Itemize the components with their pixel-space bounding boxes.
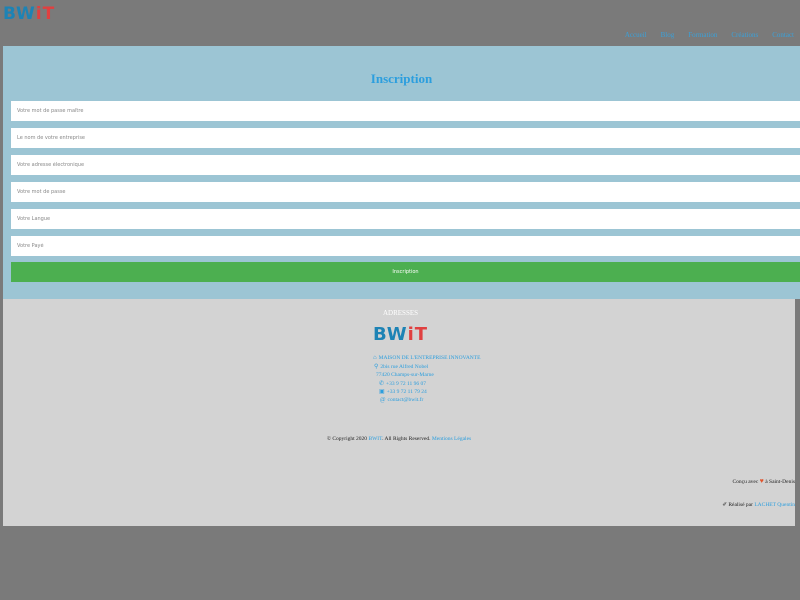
home-icon: ⌂ <box>373 355 377 361</box>
copyright-brand-link[interactable]: BWIT <box>368 436 382 442</box>
made-suffix: à Saint-Denis <box>765 479 795 485</box>
location-pin-icon: ⚲ <box>374 364 379 370</box>
author-link[interactable]: LACHET Quentin <box>754 502 795 508</box>
made-prefix: Conçu avec <box>732 479 759 485</box>
address-city: 77420 Champs-sur-Marne <box>376 372 434 378</box>
address-street: ⚲ 2bis rue Alfred Nobel <box>374 363 428 370</box>
heart-icon: ♥ <box>759 477 764 485</box>
site-footer: ADRESSES BWiT ⌂ MAISON DE L'ENTREPRISE IN… <box>3 299 795 526</box>
copyright-text: © Copyright 2020 BWIT. All Rights Reserv… <box>3 436 795 442</box>
footer-logo-part2: iT <box>407 324 429 345</box>
at-icon: @ <box>380 397 386 403</box>
address-phone-1: ✆ +33 9 72 11 96 07 <box>379 380 426 387</box>
email-link[interactable]: contact@bwit.fr <box>388 397 424 403</box>
nav-link-blog[interactable]: Blog <box>661 31 675 39</box>
phone-icon: ✆ <box>379 381 385 387</box>
password-field[interactable] <box>11 182 800 202</box>
phone-1-text[interactable]: +33 9 72 11 96 07 <box>386 381 426 387</box>
nav-link-accueil[interactable]: Accueil <box>625 31 647 39</box>
language-field[interactable] <box>11 209 800 229</box>
form-title: Inscription <box>370 71 433 86</box>
nav-link-contact[interactable]: Contact <box>772 31 794 39</box>
country-field[interactable] <box>11 236 800 256</box>
signup-form-panel: Inscription Inscription <box>3 46 800 299</box>
address-street-text: 2bis rue Alfred Nobel <box>380 364 429 370</box>
address-email: @ contact@bwit.fr <box>380 397 423 403</box>
signup-submit-button[interactable]: Inscription <box>11 262 800 282</box>
master-password-field[interactable] <box>11 101 800 121</box>
address-company-text: MAISON DE L'ENTREPRISE INNOVANTE <box>378 355 481 361</box>
nav-link-creations[interactable]: Créations <box>731 31 758 39</box>
logo-text-part2: iT <box>35 4 56 24</box>
rocket-icon: ✐ <box>722 502 727 508</box>
email-field[interactable] <box>11 155 800 175</box>
address-phone-2: ▣ +33 9 72 11 79 24 <box>379 388 427 395</box>
footer-logo: BWiT <box>373 324 428 345</box>
copyright-middle: . All Rights Reserved. <box>382 436 431 442</box>
footer-logo-part1: BW <box>373 324 408 345</box>
address-company: ⌂ MAISON DE L'ENTREPRISE INNOVANTE <box>373 355 480 361</box>
brand-logo[interactable]: BWiT <box>3 4 55 24</box>
fax-icon: ▣ <box>379 389 385 395</box>
main-nav: Accueil Blog Formation Créations Contact <box>625 31 794 39</box>
company-name-field[interactable] <box>11 128 800 148</box>
phone-2-text[interactable]: +33 9 72 11 79 24 <box>387 389 427 395</box>
copyright-prefix: © Copyright 2020 <box>326 436 368 442</box>
logo-text-part1: BW <box>3 4 36 24</box>
author-prefix: Réalisé par <box>728 502 753 508</box>
address-heading: ADRESSES <box>383 309 419 317</box>
made-with-love: Conçu avec ♥ à Saint-Denis <box>732 477 795 485</box>
author-credit: ✐ Réalisé par LACHET Quentin <box>722 502 795 508</box>
legal-notice-link[interactable]: Mentions Légales <box>432 436 471 442</box>
nav-link-formation[interactable]: Formation <box>688 31 717 39</box>
